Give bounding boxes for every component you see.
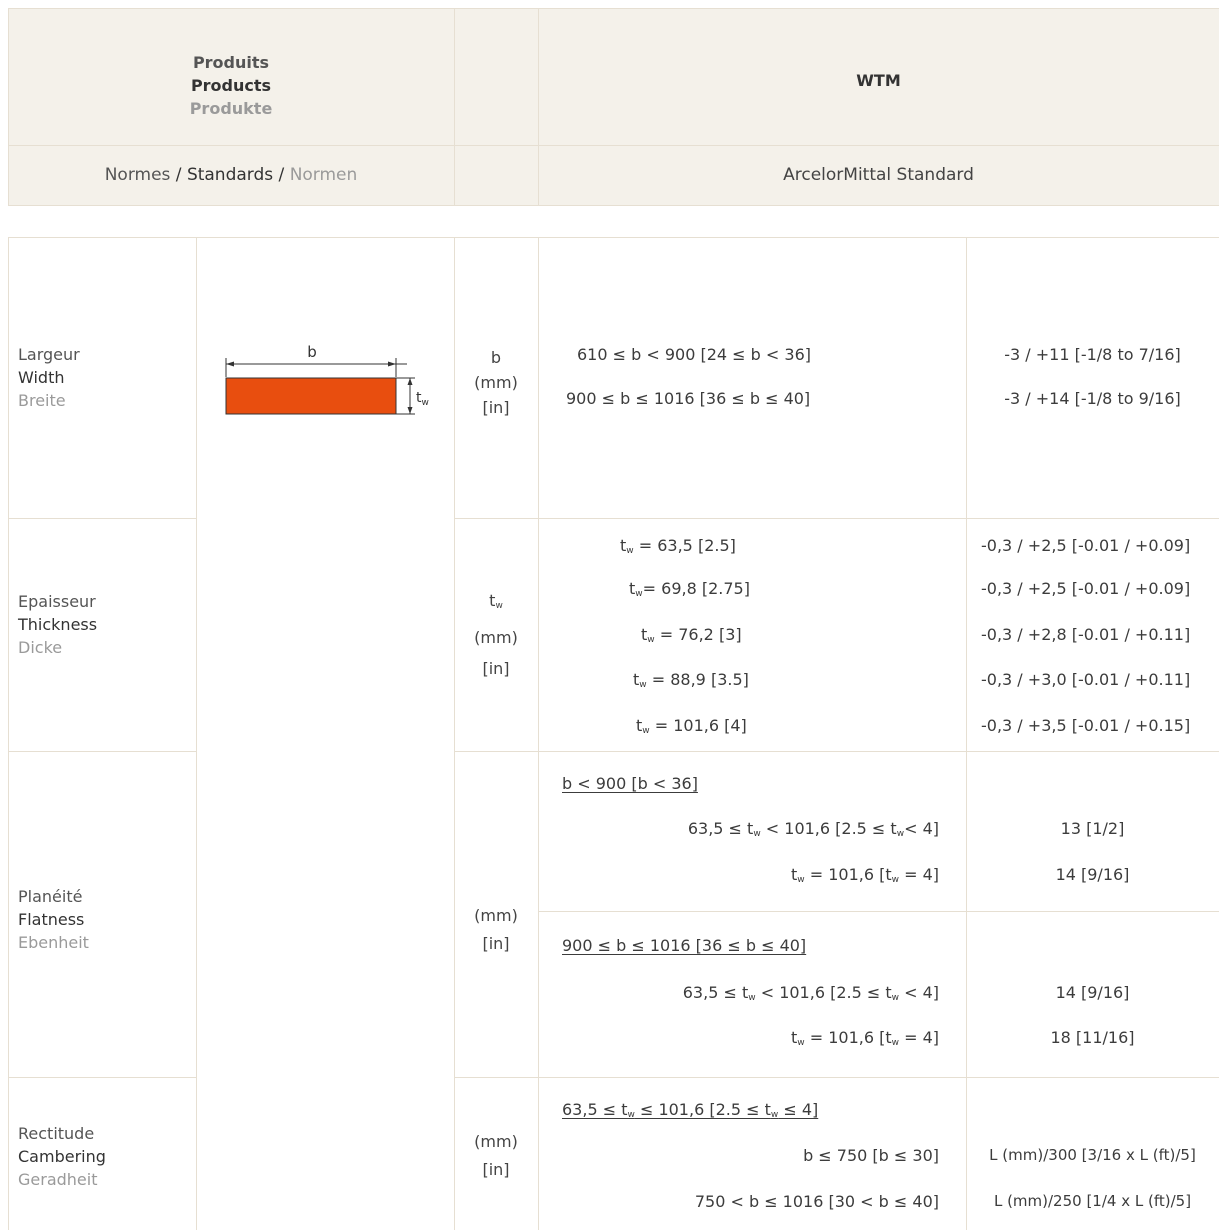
divider [8, 237, 1219, 238]
thickness-label: Epaisseur Thickness Dicke [18, 592, 98, 657]
flatness-group2-row1: 63,5 ≤ tw < 101,6 [2.5 ≤ tw < 4] [682, 983, 939, 1003]
width-unit: b (mm) [in] [474, 348, 518, 417]
thickness-value-4: tw = 88,9 [3.5] [633, 670, 749, 690]
tw-dimension-label: tw [416, 390, 429, 408]
product-name: WTM [856, 71, 901, 90]
divider [8, 751, 196, 752]
flatness-group2-tolerance-2: 18 [11/16] [1050, 1028, 1135, 1047]
width-range-1: 610 ≤ b < 900 [24 ≤ b < 36] [577, 345, 811, 364]
divider [454, 1077, 1219, 1078]
flatness-group1-tolerance-2: 14 [9/16] [1055, 865, 1130, 884]
thickness-value-5: tw = 101,6 [4] [636, 716, 747, 736]
thickness-value-1: tw = 63,5 [2.5] [620, 536, 736, 556]
products-label: Produits Products Produkte [8, 51, 454, 120]
thickness-tolerance-4: -0,3 / +3,0 [-0.01 / +0.11] [981, 670, 1191, 689]
thickness-value-3: tw = 76,2 [3] [641, 625, 742, 645]
width-tolerance-1: -3 / +11 [-1/8 to 7/16] [1004, 345, 1181, 364]
plate-cross-section [225, 377, 397, 415]
cambering-row2: 750 < b ≤ 1016 [30 < b ≤ 40] [694, 1192, 939, 1211]
divider [8, 205, 1219, 206]
divider [8, 8, 1219, 9]
divider [8, 237, 9, 1230]
thickness-tolerance-2: -0,3 / +2,5 [-0.01 / +0.09] [981, 579, 1191, 598]
thickness-tolerance-3: -0,3 / +2,8 [-0.01 / +0.11] [981, 625, 1191, 644]
standard-value: ArcelorMittal Standard [783, 165, 974, 185]
flatness-group1-title: b < 900 [b < 36] [562, 774, 698, 793]
products-fr: Produits [192, 53, 270, 72]
flatness-group2-tolerance-1: 14 [9/16] [1055, 983, 1130, 1002]
cambering-tolerance-1: L (mm)/300 [3/16 x L (ft)/5] [989, 1146, 1196, 1164]
thickness-tolerance-1: -0,3 / +2,5 [-0.01 / +0.09] [981, 536, 1191, 555]
b-dimension-label: b [307, 343, 317, 361]
cambering-row1: b ≤ 750 [b ≤ 30] [803, 1146, 939, 1165]
divider [8, 518, 196, 519]
divider [454, 8, 455, 206]
flatness-group1-row2: tw = 101,6 [tw = 4] [790, 865, 939, 885]
divider [454, 751, 1219, 752]
standards-label: Normes / Standards / Normen [104, 165, 358, 185]
divider [538, 237, 539, 1230]
divider [538, 911, 1219, 912]
cross-section-diagram: b tw [225, 343, 429, 415]
thickness-tolerance-5: -0,3 / +3,5 [-0.01 / +0.15] [981, 716, 1191, 735]
flatness-group2-title: 900 ≤ b ≤ 1016 [36 ≤ b ≤ 40] [562, 936, 807, 955]
divider [8, 1077, 196, 1078]
cambering-unit: (mm) [in] [474, 1132, 518, 1179]
products-en: Products [190, 76, 272, 95]
cambering-title: 63,5 ≤ tw ≤ 101,6 [2.5 ≤ tw ≤ 4] [562, 1100, 819, 1120]
cambering-label: Rectitude Cambering Geradheit [18, 1124, 106, 1189]
divider [454, 518, 1219, 519]
thickness-unit: tw (mm) [in] [474, 591, 518, 678]
flatness-label: Planéité Flatness Ebenheit [18, 887, 89, 952]
standards-en: Standards [186, 165, 274, 185]
divider [8, 145, 1219, 146]
width-tolerance-2: -3 / +14 [-1/8 to 9/16] [1004, 389, 1181, 408]
width-label: Largeur Width Breite [18, 345, 80, 410]
standards-fr: Normes [104, 165, 171, 185]
flatness-unit: (mm) [in] [474, 906, 518, 953]
thickness-value-2: tw= 69,8 [2.75] [629, 579, 750, 599]
width-range-2: 900 ≤ b ≤ 1016 [36 ≤ b ≤ 40] [566, 389, 811, 408]
divider [196, 237, 197, 1230]
divider [966, 237, 967, 1230]
standards-de: Normen [289, 165, 358, 185]
products-de: Produkte [189, 99, 273, 118]
flatness-group1-row1: 63,5 ≤ tw < 101,6 [2.5 ≤ tw< 4] [687, 819, 939, 839]
flatness-group1-tolerance-1: 13 [1/2] [1060, 819, 1125, 838]
cambering-tolerance-2: L (mm)/250 [1/4 x L (ft)/5] [993, 1192, 1192, 1210]
flatness-group2-row2: tw = 101,6 [tw = 4] [790, 1028, 939, 1048]
